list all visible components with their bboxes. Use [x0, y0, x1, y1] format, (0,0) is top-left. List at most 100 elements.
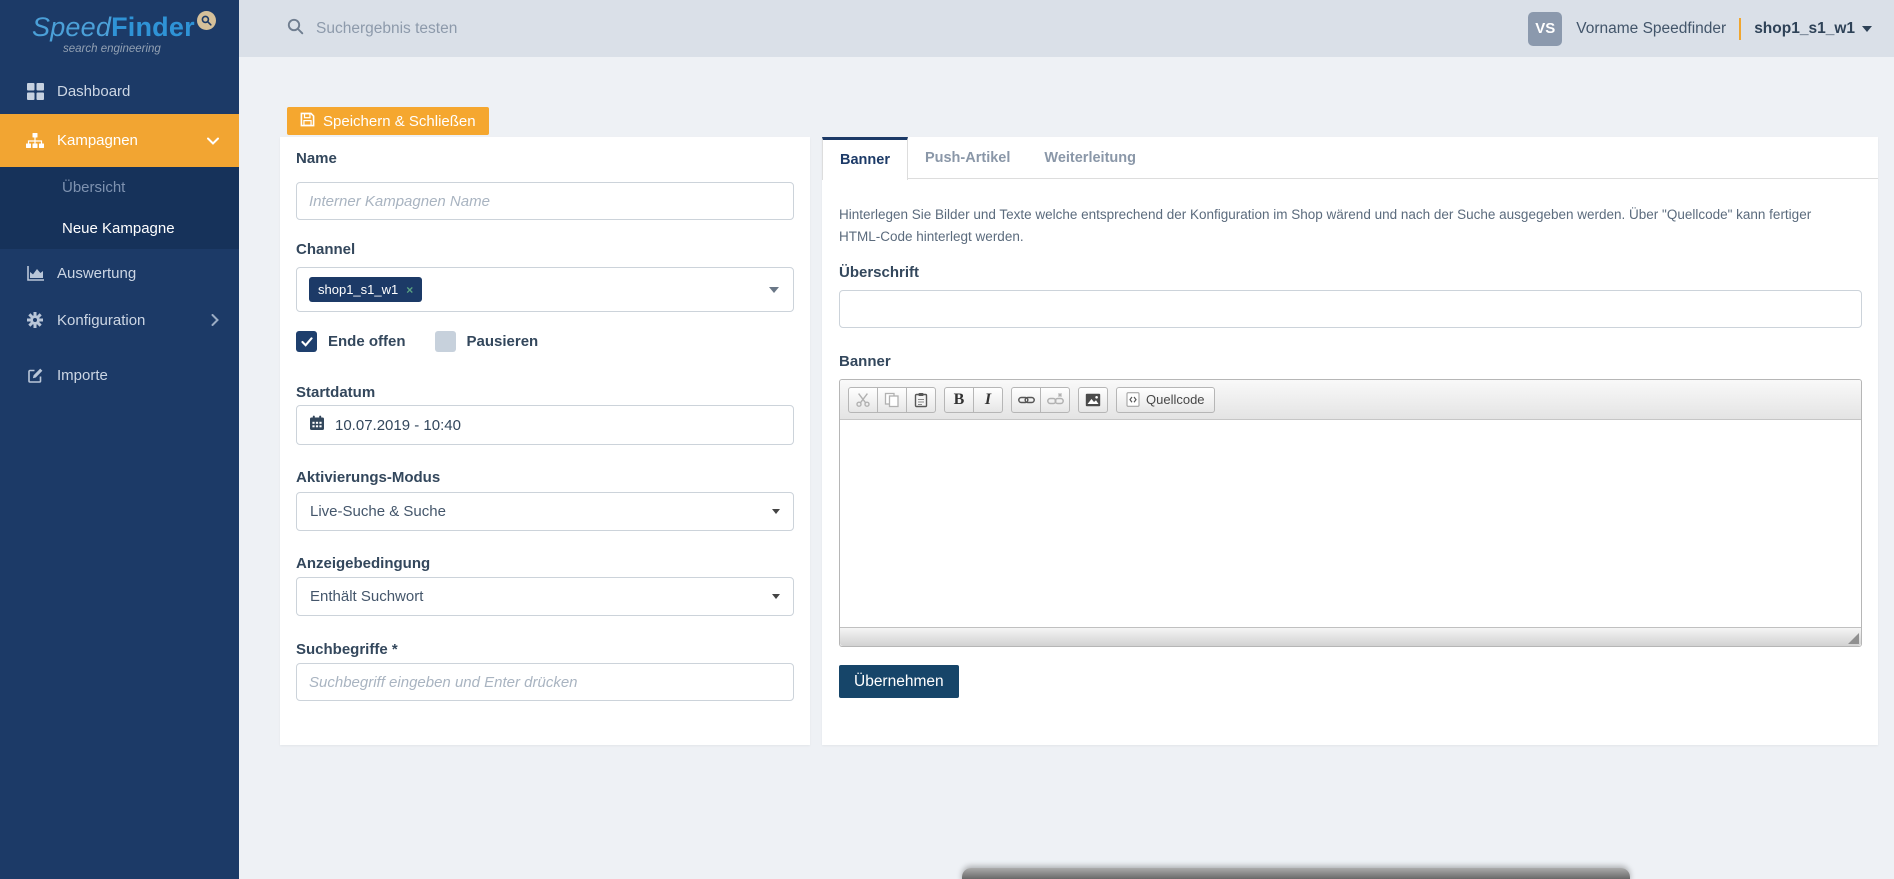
ueberschrift-input[interactable]	[839, 290, 1862, 328]
suchbegriffe-input[interactable]	[296, 663, 794, 701]
search-input[interactable]	[314, 19, 634, 39]
apply-button[interactable]: Übernehmen	[839, 665, 959, 698]
sidebar-item-label: Übersicht	[62, 179, 125, 196]
bottom-overlay-bar	[962, 868, 1630, 879]
italic-icon[interactable]: I	[973, 387, 1003, 413]
cut-icon[interactable]	[848, 387, 878, 413]
startdatum-input[interactable]: 10.07.2019 - 10:40	[296, 405, 794, 445]
sidebar-item-label: Auswertung	[57, 265, 136, 282]
chevron-down-icon	[207, 137, 219, 145]
sidebar-item-kampagnen[interactable]: Kampagnen	[0, 114, 239, 167]
unlink-icon[interactable]	[1040, 387, 1070, 413]
topbar: VS Vorname Speedfinder shop1_s1_w1	[239, 0, 1894, 57]
edit-pencil-icon	[24, 367, 46, 384]
sidebar-item-uebersicht[interactable]: Übersicht	[0, 167, 239, 208]
aktivierungs-modus-label: Aktivierungs-Modus	[296, 469, 440, 486]
logo-magnifier-badge	[197, 11, 216, 30]
link-group	[1011, 387, 1070, 413]
channel-tag-label: shop1_s1_w1	[318, 282, 398, 297]
editor-toolbar: B I	[840, 380, 1861, 420]
tab-banner[interactable]: Banner	[822, 137, 908, 180]
source-icon	[1126, 392, 1140, 407]
search-bar	[287, 0, 634, 57]
anzeigebedingung-select[interactable]: Enthält Suchwort	[296, 577, 794, 616]
ende-offen-checkbox[interactable]	[296, 331, 317, 352]
search-icon	[287, 18, 304, 40]
brand-name: SpeedFinder	[32, 12, 195, 43]
sidebar-item-konfiguration[interactable]: Konfiguration	[0, 297, 239, 343]
channel-label: Channel	[296, 241, 355, 258]
shop-selector-label: shop1_s1_w1	[1754, 20, 1855, 38]
name-label: Name	[296, 150, 337, 167]
magnifier-icon	[201, 15, 212, 26]
anzeigebedingung-label: Anzeigebedingung	[296, 555, 430, 572]
copy-icon[interactable]	[877, 387, 907, 413]
remove-tag-icon[interactable]: ×	[406, 284, 413, 296]
caret-down-icon	[769, 287, 779, 293]
campaign-form-panel: Name Channel shop1_s1_w1 × Ende offen Pa…	[280, 137, 810, 745]
clipboard-group	[848, 387, 936, 413]
sidebar-item-label: Konfiguration	[57, 312, 145, 329]
brand-name-part2: Finder	[111, 12, 195, 42]
select-caret-icon	[772, 509, 780, 514]
ende-offen-label: Ende offen	[328, 333, 406, 350]
gear-icon	[24, 312, 46, 328]
app-window: SpeedFinder search engineering Dashboard…	[0, 0, 1894, 879]
italic-glyph: I	[985, 391, 991, 409]
aktivierungs-modus-select[interactable]: Live-Suche & Suche	[296, 492, 794, 531]
save-close-button[interactable]: Speichern & Schließen	[287, 107, 489, 135]
sidebar-item-label: Dashboard	[57, 83, 130, 100]
sidebar-item-neue-kampagne[interactable]: Neue Kampagne	[0, 208, 239, 249]
pausieren-checkbox[interactable]	[435, 331, 456, 352]
editor-content-area[interactable]	[840, 420, 1861, 627]
sidebar-item-label: Importe	[57, 367, 108, 384]
editor-resize-handle[interactable]	[1848, 633, 1859, 644]
startdatum-label: Startdatum	[296, 384, 375, 401]
name-input[interactable]	[296, 182, 794, 220]
check-icon	[301, 337, 313, 347]
anzeigebedingung-value: Enthält Suchwort	[310, 588, 423, 605]
avatar[interactable]: VS	[1528, 12, 1562, 46]
source-group: Quellcode	[1116, 387, 1215, 413]
image-icon[interactable]	[1078, 387, 1108, 413]
paste-icon[interactable]	[906, 387, 936, 413]
suchbegriffe-label: Suchbegriffe *	[296, 641, 398, 658]
sitemap-icon	[24, 133, 46, 149]
tab-weiterleitung[interactable]: Weiterleitung	[1027, 137, 1153, 179]
startdatum-value: 10.07.2019 - 10:40	[335, 417, 461, 434]
aktivierungs-modus-value: Live-Suche & Suche	[310, 503, 446, 520]
tab-description: Hinterlegen Sie Bilder und Texte welche …	[839, 204, 1851, 250]
calendar-icon	[309, 415, 325, 435]
image-group	[1078, 387, 1108, 413]
quellcode-label: Quellcode	[1146, 392, 1205, 407]
tab-bar: Banner Push-Artikel Weiterleitung	[822, 137, 1878, 179]
bold-icon[interactable]: B	[944, 387, 974, 413]
sidebar-item-label: Neue Kampagne	[62, 220, 175, 237]
channel-multiselect[interactable]: shop1_s1_w1 ×	[296, 267, 794, 312]
pausieren-label: Pausieren	[467, 333, 539, 350]
sidebar-item-label: Kampagnen	[57, 132, 138, 149]
user-area: VS Vorname Speedfinder shop1_s1_w1	[1528, 0, 1872, 57]
select-caret-icon	[772, 594, 780, 599]
tab-push-artikel[interactable]: Push-Artikel	[908, 137, 1027, 179]
quellcode-button[interactable]: Quellcode	[1116, 387, 1215, 413]
banner-richtext-editor: B I	[839, 379, 1862, 647]
banner-config-panel: Banner Push-Artikel Weiterleitung Hinter…	[822, 137, 1878, 745]
sidebar-item-dashboard[interactable]: Dashboard	[0, 68, 239, 114]
banner-label: Banner	[839, 353, 891, 370]
brand-name-part1: Speed	[32, 12, 111, 42]
editor-bottom-bar	[840, 627, 1861, 646]
brand-logo[interactable]: SpeedFinder search engineering	[0, 0, 239, 70]
bold-glyph: B	[954, 391, 965, 409]
save-close-label: Speichern & Schließen	[323, 113, 476, 130]
save-icon	[300, 112, 315, 131]
sidebar-item-auswertung[interactable]: Auswertung	[0, 250, 239, 296]
user-name: Vorname Speedfinder	[1576, 20, 1726, 38]
shop-selector-dropdown[interactable]: shop1_s1_w1	[1754, 20, 1872, 38]
sidebar-item-importe[interactable]: Importe	[0, 352, 239, 398]
chevron-right-icon	[211, 314, 219, 326]
link-icon[interactable]	[1011, 387, 1041, 413]
user-divider	[1739, 18, 1741, 40]
dashboard-icon	[24, 83, 46, 100]
sidebar: SpeedFinder search engineering Dashboard…	[0, 0, 239, 879]
